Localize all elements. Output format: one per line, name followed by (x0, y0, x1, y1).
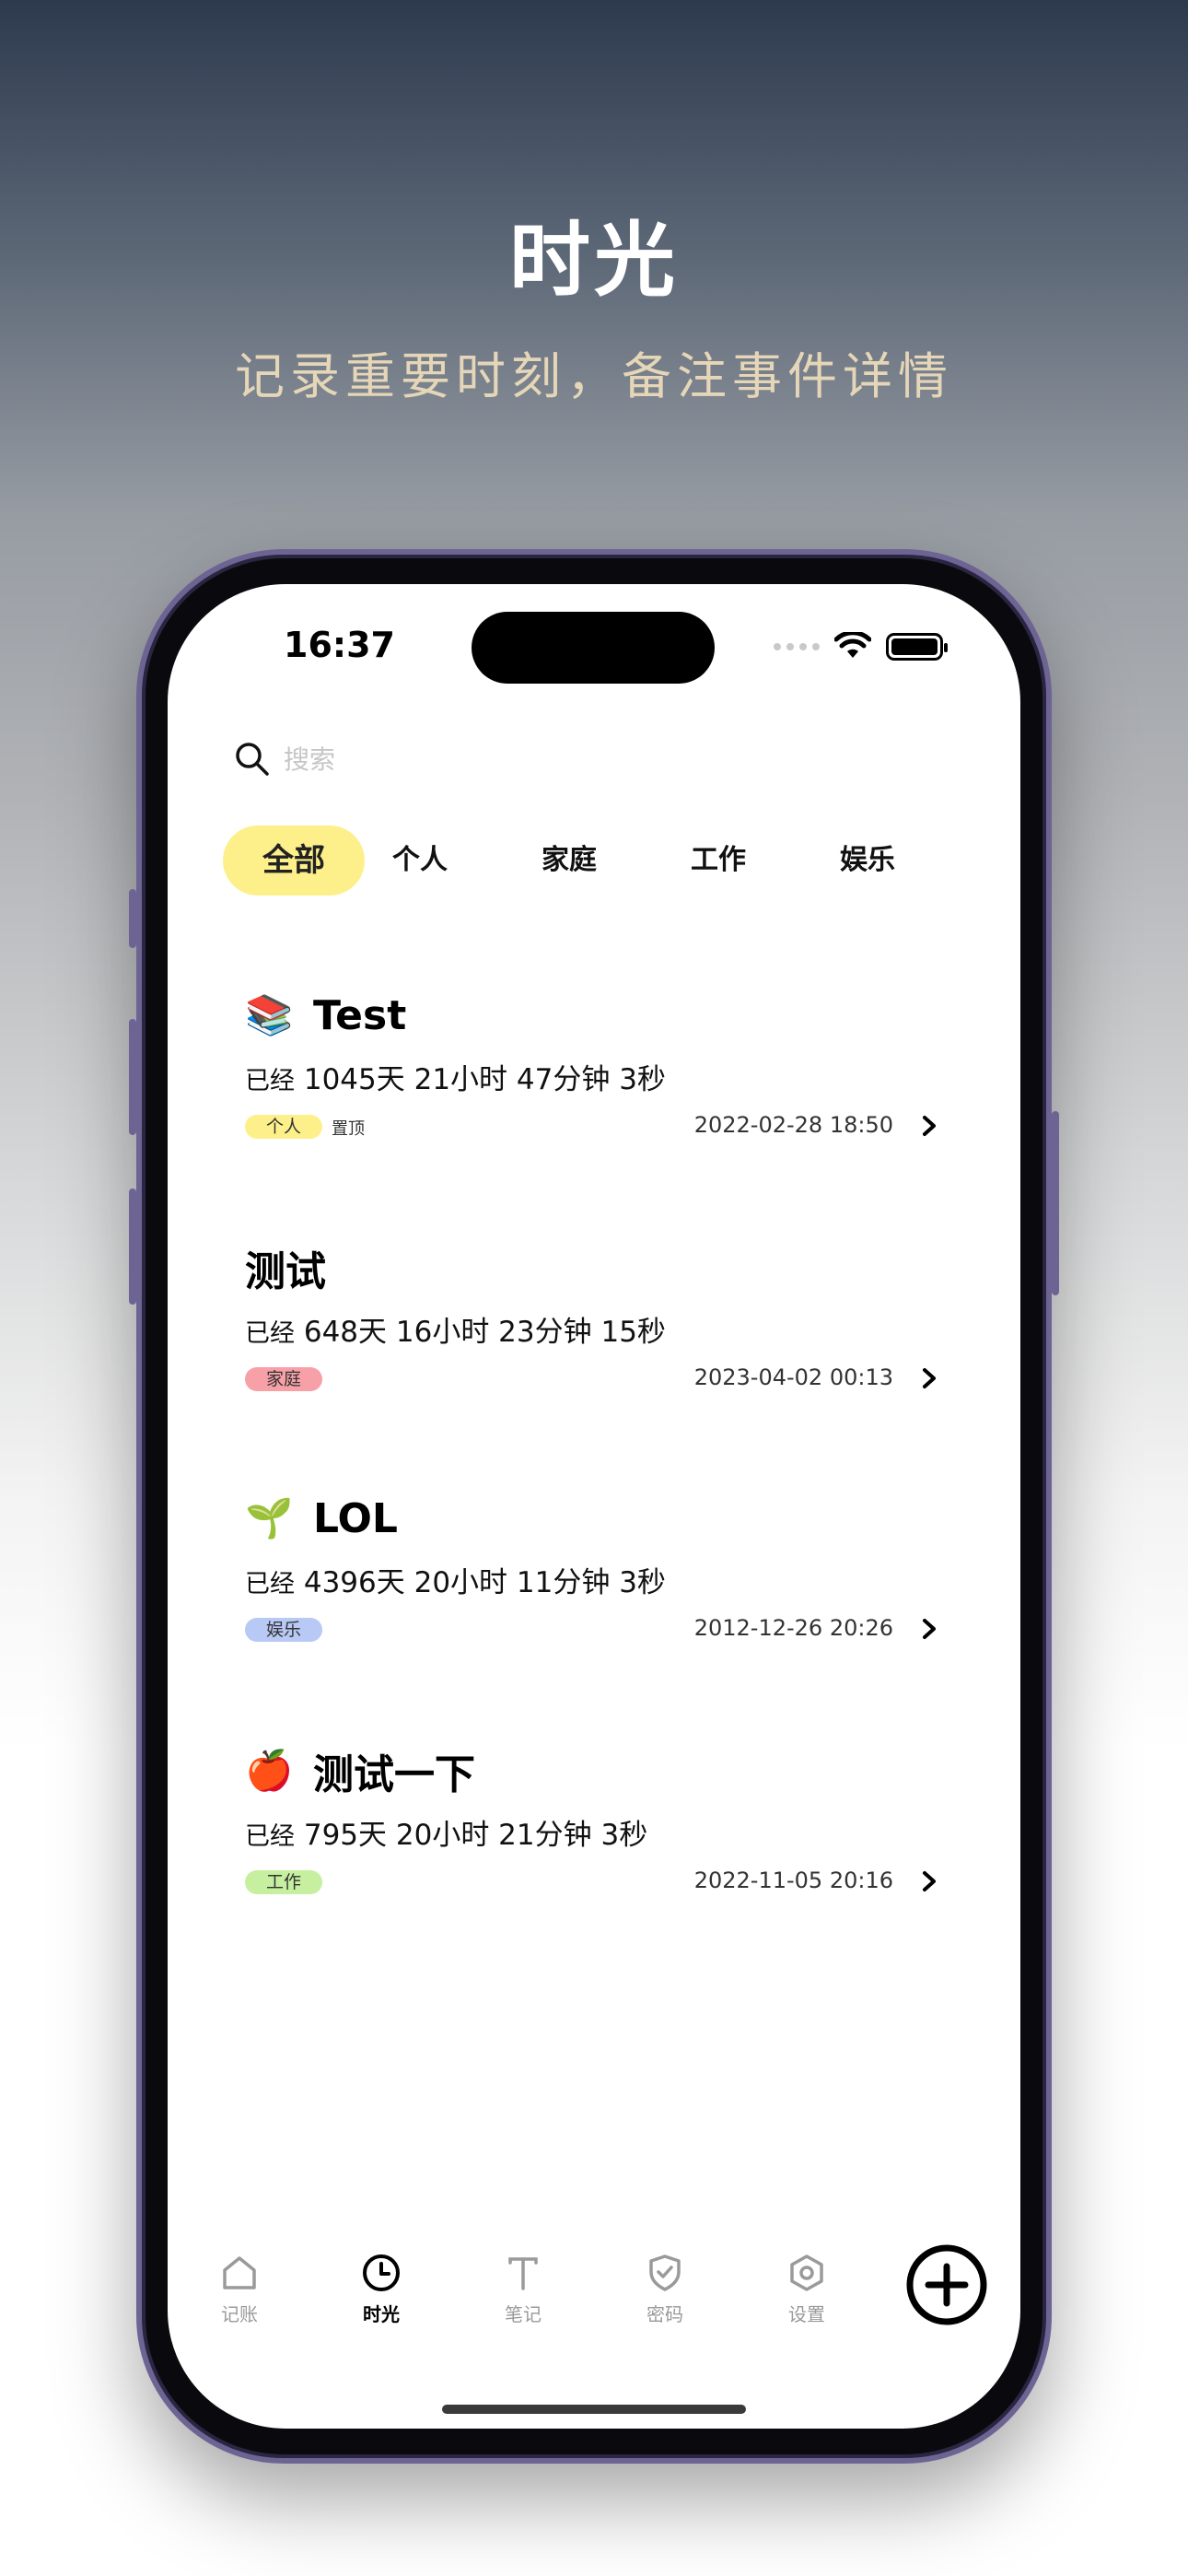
volume-down-button (129, 1188, 136, 1305)
action-button (129, 889, 136, 948)
event-title: 测试 (245, 1248, 326, 1295)
clock-icon (363, 2254, 400, 2291)
shield-check-icon (649, 2254, 681, 2291)
event-title: LOL (313, 1494, 398, 1542)
event-title: Test (313, 991, 407, 1039)
category-tabs: 全部 个人 家庭 工作 娱乐 (223, 825, 978, 896)
category-tag: 个人 (245, 1115, 322, 1139)
category-tag: 家庭 (245, 1367, 322, 1391)
event-card[interactable]: 🌱 LOL 已经 4396天 20小时 11分钟 3秒 娱乐 2012-12-2… (245, 1489, 945, 1645)
settings-hexagon-icon (790, 2254, 823, 2291)
tab-notes[interactable]: 笔记 (468, 2252, 578, 2326)
status-icons (774, 632, 948, 662)
battery-icon (886, 633, 948, 661)
tab-time[interactable]: 时光 (326, 2252, 437, 2326)
category-tag: 娱乐 (245, 1618, 322, 1642)
apple-icon: 🍎 (245, 1748, 294, 1793)
chevron-right-icon (923, 1871, 936, 1891)
tab-bookkeeping[interactable]: 记账 (184, 2252, 295, 2326)
tab-family[interactable]: 家庭 (512, 825, 626, 896)
search-icon (236, 743, 269, 776)
books-icon: 📚 (245, 992, 294, 1037)
home-icon (223, 2256, 256, 2289)
chevron-right-icon (923, 1619, 936, 1639)
event-duration: 已经 795天 20小时 21分钟 3秒 (245, 1819, 648, 1852)
tab-passwords[interactable]: 密码 (610, 2252, 720, 2326)
search-bar[interactable] (234, 741, 836, 778)
bottom-tab-bar: 记账 时光 笔记 密码 设置 (168, 2242, 1020, 2371)
power-button (1052, 1111, 1059, 1295)
volume-up-button (129, 1019, 136, 1135)
seedling-icon: 🌱 (245, 1495, 294, 1540)
category-tag: 工作 (245, 1870, 322, 1894)
chevron-right-icon (923, 1368, 936, 1388)
signal-dots-icon (774, 643, 820, 650)
dynamic-island (472, 612, 715, 684)
event-card[interactable]: 测试 已经 648天 16小时 23分钟 15秒 家庭 2023-04-02 0… (245, 1238, 945, 1394)
wifi-icon (834, 632, 871, 658)
app-screen: 16:37 全部 个人 家庭 工作 娱乐 📚 Test 已经 1045天 21小… (168, 584, 1020, 2429)
tab-settings[interactable]: 设置 (751, 2252, 862, 2326)
event-title: 测试一下 (313, 1751, 475, 1798)
event-card[interactable]: 🍎 测试一下 已经 795天 20小时 21分钟 3秒 工作 2022-11-0… (245, 1741, 945, 1897)
pinned-label: 置顶 (332, 1119, 365, 1139)
tab-entertainment[interactable]: 娱乐 (810, 825, 925, 896)
event-date: 2012-12-26 20:26 (693, 1615, 893, 1641)
event-date: 2022-02-28 18:50 (693, 1112, 893, 1138)
text-icon (508, 2257, 538, 2290)
status-time: 16:37 (284, 625, 395, 665)
event-duration: 已经 4396天 20小时 11分钟 3秒 (245, 1566, 666, 1599)
event-card[interactable]: 📚 Test 已经 1045天 21小时 47分钟 3秒 个人 置顶 2022-… (245, 986, 945, 1142)
chevron-right-icon (923, 1116, 936, 1136)
search-input[interactable] (284, 744, 836, 775)
tab-work[interactable]: 工作 (661, 825, 775, 896)
promo-title: 时光 (508, 213, 679, 308)
home-indicator (442, 2405, 746, 2414)
promo-subtitle: 记录重要时刻，备注事件详情 (235, 347, 953, 405)
event-duration: 已经 648天 16小时 23分钟 15秒 (245, 1316, 666, 1349)
event-date: 2023-04-02 00:13 (693, 1364, 893, 1390)
event-date: 2022-11-05 20:16 (693, 1868, 893, 1893)
tab-personal[interactable]: 个人 (363, 825, 477, 896)
add-event-button[interactable] (904, 2242, 989, 2327)
tab-all[interactable]: 全部 (223, 825, 365, 896)
event-duration: 已经 1045天 21小时 47分钟 3秒 (245, 1063, 666, 1096)
